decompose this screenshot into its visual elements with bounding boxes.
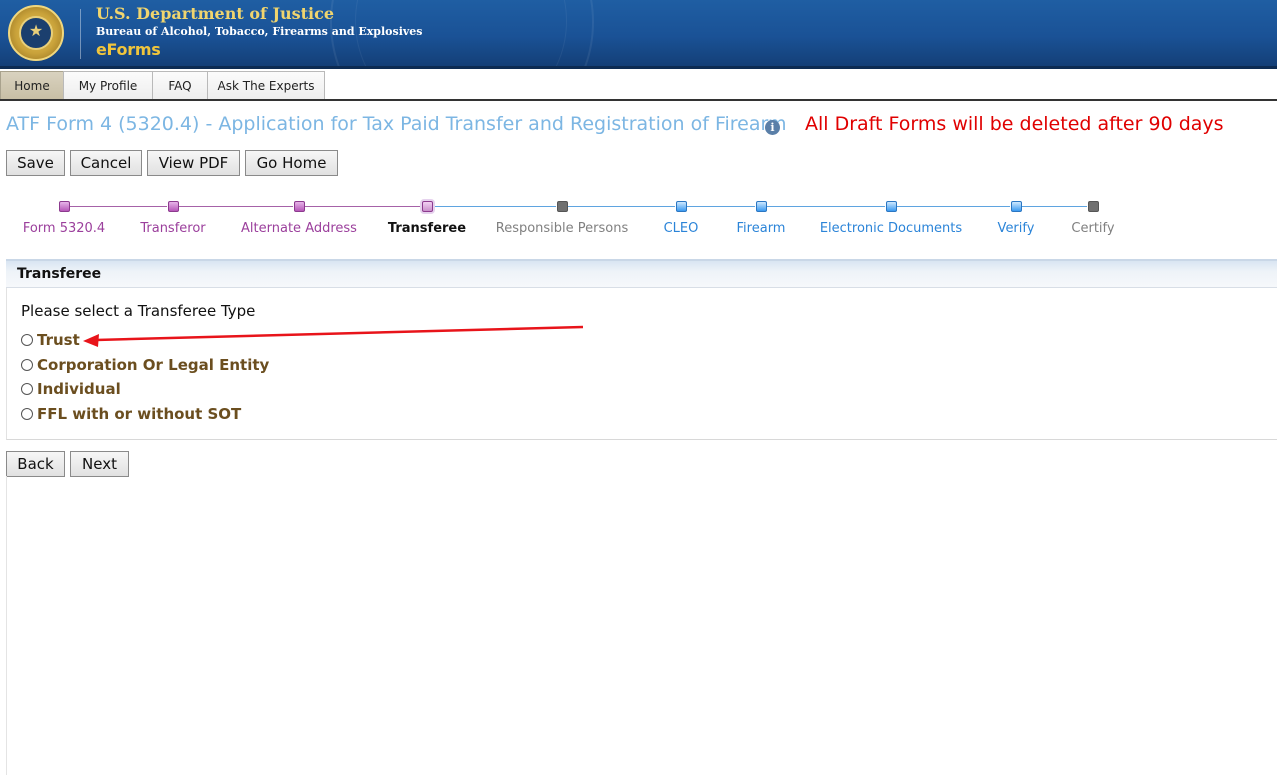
step-electronic-documents[interactable]: Electronic Documents <box>820 221 962 236</box>
seal-star-icon: ★ <box>28 21 44 40</box>
bureau-title: Bureau of Alcohol, Tobacco, Firearms and… <box>96 25 423 38</box>
content-left-rule <box>6 476 7 775</box>
step-connector <box>767 206 885 207</box>
step-verify[interactable]: Verify <box>998 221 1035 236</box>
step-connector <box>1022 206 1087 207</box>
step-marker-electronic-documents[interactable] <box>886 201 897 212</box>
step-form-5320[interactable]: Form 5320.4 <box>23 221 105 236</box>
tab-my-profile[interactable]: My Profile <box>63 71 153 99</box>
step-certify: Certify <box>1071 221 1115 236</box>
step-marker-responsible-persons <box>557 201 568 212</box>
ffl-radio[interactable] <box>21 408 33 420</box>
step-marker-cleo[interactable] <box>676 201 687 212</box>
step-firearm[interactable]: Firearm <box>737 221 786 236</box>
step-marker-form[interactable] <box>59 201 70 212</box>
transferee-type-prompt: Please select a Transferee Type <box>21 302 256 320</box>
step-marker-firearm[interactable] <box>756 201 767 212</box>
step-connector <box>568 206 675 207</box>
trust-label[interactable]: Trust <box>37 331 80 349</box>
ffl-label[interactable]: FFL with or without SOT <box>37 405 241 423</box>
cancel-button[interactable]: Cancel <box>70 150 142 176</box>
section-title: Transferee <box>6 259 1277 288</box>
step-connector <box>687 206 755 207</box>
corporation-label[interactable]: Corporation Or Legal Entity <box>37 356 269 374</box>
eforms-title: eForms <box>96 40 161 59</box>
step-connector <box>897 206 1010 207</box>
step-connector <box>433 206 556 207</box>
corporation-radio[interactable] <box>21 359 33 371</box>
step-connector <box>179 206 293 207</box>
individual-radio[interactable] <box>21 383 33 395</box>
site-header: ★ U.S. Department of Justice Bureau of A… <box>0 0 1277 66</box>
step-cleo[interactable]: CLEO <box>664 221 699 236</box>
main-nav: Home My Profile FAQ Ask The Experts <box>0 71 1277 101</box>
step-marker-transferor[interactable] <box>168 201 179 212</box>
go-home-button[interactable]: Go Home <box>245 150 338 176</box>
tab-ask-the-experts[interactable]: Ask The Experts <box>207 71 325 99</box>
header-divider <box>80 9 81 59</box>
back-button[interactable]: Back <box>6 451 65 477</box>
trust-radio[interactable] <box>21 334 33 346</box>
step-marker-certify <box>1088 201 1099 212</box>
step-marker-alternate-address[interactable] <box>294 201 305 212</box>
doj-seal-logo: ★ <box>8 5 64 61</box>
tab-home[interactable]: Home <box>0 71 64 99</box>
page-title: ATF Form 4 (5320.4) - Application for Ta… <box>6 113 787 135</box>
step-marker-transferee[interactable] <box>422 201 433 212</box>
step-marker-verify[interactable] <box>1011 201 1022 212</box>
department-title: U.S. Department of Justice <box>96 4 335 23</box>
step-responsible-persons: Responsible Persons <box>495 221 629 236</box>
header-bottom-border <box>0 66 1277 69</box>
step-connector <box>70 206 167 207</box>
step-connector <box>305 206 421 207</box>
info-icon[interactable]: i <box>765 120 780 135</box>
draft-warning: All Draft Forms will be deleted after 90… <box>805 113 1224 135</box>
next-button[interactable]: Next <box>70 451 129 477</box>
step-transferor[interactable]: Transferor <box>140 221 205 236</box>
step-transferee: Transferee <box>387 221 467 236</box>
individual-label[interactable]: Individual <box>37 380 121 398</box>
view-pdf-button[interactable]: View PDF <box>147 150 240 176</box>
save-button[interactable]: Save <box>6 150 65 176</box>
step-alternate-address[interactable]: Alternate Address <box>241 221 357 236</box>
tab-faq[interactable]: FAQ <box>152 71 208 99</box>
seal-center: ★ <box>19 16 53 50</box>
